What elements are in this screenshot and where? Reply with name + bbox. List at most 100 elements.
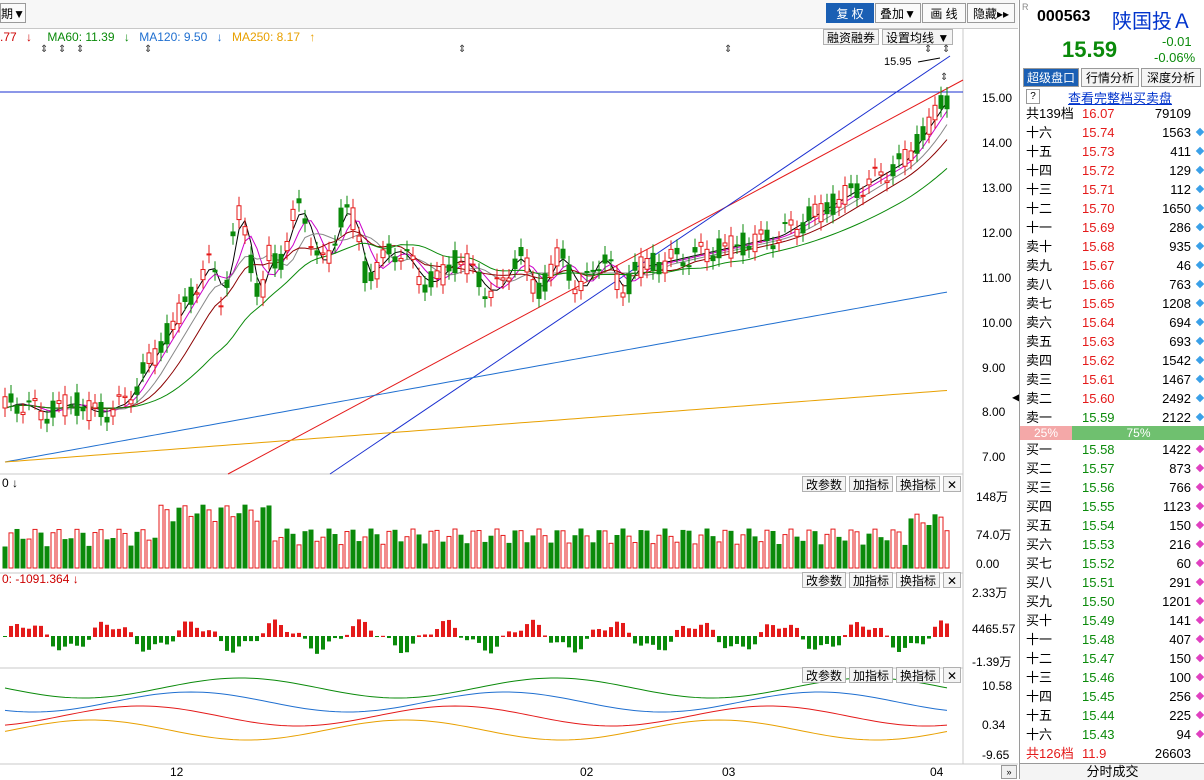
buy-level-row[interactable]: 十四 15.45 256	[1020, 687, 1204, 706]
sell-level-row[interactable]: 十一 15.69 286	[1020, 218, 1204, 237]
axis-tick-label: 13.00	[982, 181, 1013, 195]
axis-tick-label: 0.34	[982, 718, 1006, 732]
macd-bar	[699, 624, 703, 637]
volume-bar	[620, 528, 626, 569]
candle-body	[434, 270, 440, 279]
macd-huanzhibiao-button[interactable]: 换指标	[896, 572, 941, 588]
axis-tick-label: 7.00	[982, 450, 1006, 464]
level-label: 十一	[1026, 220, 1053, 235]
buy-level-row[interactable]: 十五 15.44 225	[1020, 706, 1204, 725]
volume-bar	[464, 543, 470, 569]
macd-bar	[633, 636, 637, 644]
candle-body	[422, 284, 428, 293]
buy-level-row[interactable]: 买二 15.57 873	[1020, 459, 1204, 478]
buy-level-row[interactable]: 十六 15.43 94	[1020, 725, 1204, 744]
macd-bar	[429, 634, 433, 637]
sell-level-row[interactable]: 卖十 15.68 935	[1020, 237, 1204, 256]
ind-gaicanshu-button[interactable]: 改参数	[802, 667, 847, 683]
buy-level-row[interactable]: 买六 15.53 216	[1020, 535, 1204, 554]
period-selector[interactable]: 期▼	[0, 3, 26, 23]
sell-level-row[interactable]: 卖八 15.66 763	[1020, 275, 1204, 294]
tab-depth-analysis[interactable]: 深度分析	[1141, 68, 1201, 87]
sell-level-row[interactable]: 卖四 15.62 1542	[1020, 351, 1204, 370]
macd-gaicanshu-button[interactable]: 改参数	[802, 572, 847, 588]
volume-huanzhibiao-button[interactable]: 换指标	[896, 476, 941, 492]
volume-bar	[452, 528, 458, 569]
volume-bar	[104, 539, 110, 569]
buy-level-row[interactable]: 买五 15.54 150	[1020, 516, 1204, 535]
level-marker-icon	[1195, 336, 1204, 346]
macd-close-icon[interactable]: ✕	[943, 572, 962, 588]
macd-bar	[75, 636, 79, 646]
level-volume: 216	[1169, 537, 1191, 552]
level-price: 15.64	[1082, 315, 1115, 330]
sell-level-row[interactable]: 卖六 15.64 694	[1020, 313, 1204, 332]
macd-bar	[555, 636, 559, 643]
volume-bar	[794, 536, 800, 569]
buy-level-row[interactable]: 十一 15.48 407	[1020, 630, 1204, 649]
scroll-right-button[interactable]: »	[1001, 765, 1017, 779]
volume-bar	[764, 529, 770, 569]
macd-bar	[621, 622, 625, 637]
buy-level-row[interactable]: 买九 15.50 1201	[1020, 592, 1204, 611]
volume-close-icon[interactable]: ✕	[943, 476, 962, 492]
macd-bar	[861, 626, 865, 637]
buy-level-row[interactable]: 买七 15.52 60	[1020, 554, 1204, 573]
buy-level-row[interactable]: 买八 15.51 291	[1020, 573, 1204, 592]
volume-bar	[326, 528, 332, 569]
sell-level-row[interactable]: 十五 15.73 411	[1020, 142, 1204, 161]
buy-ratio-bar: 75%	[1072, 426, 1204, 440]
ind-jiazhibiao-button[interactable]: 加指标	[849, 667, 894, 683]
level-marker-icon	[1195, 520, 1204, 530]
sell-level-row[interactable]: 卖一 15.59 2122	[1020, 408, 1204, 427]
macd-bar	[543, 635, 547, 637]
candle-body	[842, 185, 848, 205]
buy-level-row[interactable]: 买一 15.58 1422	[1020, 440, 1204, 459]
level-volume: 1467	[1162, 372, 1191, 387]
buy-level-row[interactable]: 十三 15.46 100	[1020, 668, 1204, 687]
sell-level-row[interactable]: 十六 15.74 1563	[1020, 123, 1204, 142]
level-volume: 46	[1176, 258, 1191, 273]
macd-bar	[171, 636, 175, 642]
ind-huanzhibiao-button[interactable]: 换指标	[896, 667, 941, 683]
sell-level-row[interactable]: 十四 15.72 129	[1020, 161, 1204, 180]
svg-text:⇕: ⇕	[942, 44, 950, 55]
volume-bar	[422, 543, 428, 569]
hide-button[interactable]: 隐藏▸▸	[967, 3, 1015, 23]
help-icon[interactable]: ?	[1026, 89, 1040, 104]
draw-line-button[interactable]: 画 线	[922, 3, 966, 23]
overlay-button[interactable]: 叠加▼	[875, 3, 921, 23]
sell-level-row[interactable]: 卖三 15.61 1467	[1020, 370, 1204, 389]
sell-level-row[interactable]: 卖九 15.67 46	[1020, 256, 1204, 275]
sell-level-row[interactable]: 十三 15.71 112	[1020, 180, 1204, 199]
buy-level-row[interactable]: 买十 15.49 141	[1020, 611, 1204, 630]
macd-bar	[93, 627, 97, 637]
volume-jiazhibiao-button[interactable]: 加指标	[849, 476, 894, 492]
tab-super-pankou[interactable]: 超级盘口	[1023, 68, 1079, 87]
tab-market-analysis[interactable]: 行情分析	[1081, 68, 1139, 87]
sell-total-price: 16.07	[1082, 106, 1115, 121]
sell-level-row[interactable]: 卖五 15.63 693	[1020, 332, 1204, 351]
volume-gaicanshu-button[interactable]: 改参数	[802, 476, 847, 492]
sell-level-row[interactable]: 十二 15.70 1650	[1020, 199, 1204, 218]
buy-level-row[interactable]: 十二 15.47 150	[1020, 649, 1204, 668]
volume-bar	[416, 534, 422, 569]
volume-bar	[164, 509, 170, 569]
sell-level-row[interactable]: 卖二 15.60 2492	[1020, 389, 1204, 408]
sell-level-row[interactable]: 卖七 15.65 1208	[1020, 294, 1204, 313]
level-price: 15.56	[1082, 480, 1115, 495]
macd-jiazhibiao-button[interactable]: 加指标	[849, 572, 894, 588]
candle-body	[494, 277, 500, 280]
buy-level-row[interactable]: 买三 15.56 766	[1020, 478, 1204, 497]
axis-tick-label: 2.33万	[972, 586, 1008, 600]
candle-body	[248, 254, 254, 274]
buy-level-row[interactable]: 买四 15.55 1123	[1020, 497, 1204, 516]
candle-body	[584, 270, 590, 274]
ind-close-icon[interactable]: ✕	[943, 667, 962, 683]
volume-bar	[656, 534, 662, 569]
tab-tick-trades[interactable]: 分时成交	[1020, 763, 1204, 780]
period-label: 期	[1, 7, 14, 21]
macd-bar	[705, 622, 709, 637]
fuquan-button[interactable]: 复 权	[826, 3, 874, 23]
level-volume: 873	[1169, 461, 1191, 476]
